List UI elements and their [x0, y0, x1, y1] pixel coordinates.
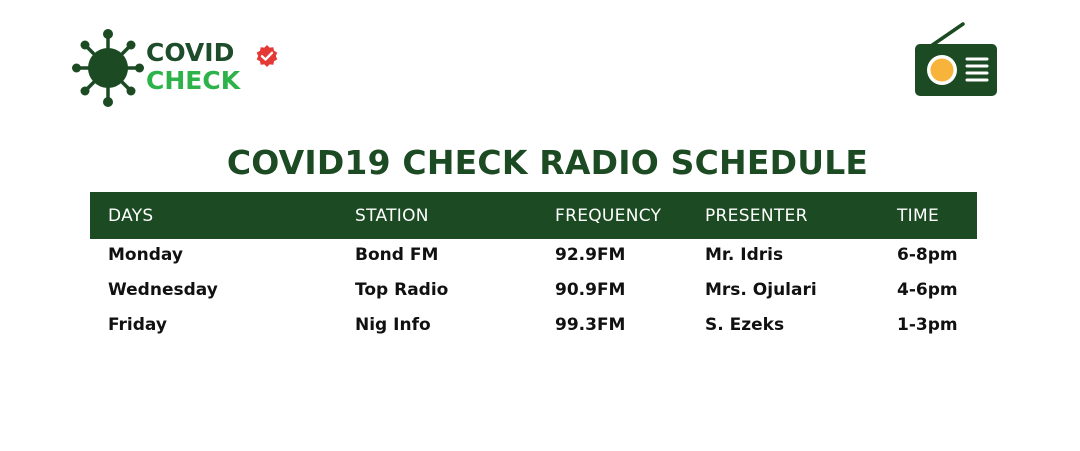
- table-row: Friday Nig Info 99.3FM S. Ezeks 1-3pm: [90, 309, 977, 344]
- cell-station: Bond FM: [355, 245, 439, 265]
- cell-time: 6-8pm: [897, 245, 958, 265]
- cell-presenter: S. Ezeks: [705, 315, 785, 335]
- verified-badge-icon: [256, 45, 278, 67]
- page-title: COVID19 CHECK RADIO SCHEDULE: [226, 143, 869, 182]
- header-frequency: FREQUENCY: [555, 206, 662, 226]
- covid-check-logo: COVID CHECK: [72, 28, 287, 110]
- schedule-table: DAYS STATION FREQUENCY PRESENTER TIME Mo…: [90, 192, 977, 344]
- cell-day: Friday: [108, 315, 167, 335]
- table-row: Monday Bond FM 92.9FM Mr. Idris 6-8pm: [90, 239, 977, 274]
- cell-frequency: 99.3FM: [555, 315, 626, 335]
- radio-icon: [915, 22, 997, 96]
- cell-day: Monday: [108, 245, 183, 265]
- header-days: DAYS: [108, 206, 154, 226]
- header-presenter: PRESENTER: [705, 206, 808, 226]
- logo-word-covid: COVID: [146, 38, 235, 67]
- cell-day: Wednesday: [108, 280, 218, 300]
- header-time: TIME: [897, 206, 940, 226]
- logo-word-check: CHECK: [146, 66, 241, 95]
- table-header: DAYS STATION FREQUENCY PRESENTER TIME: [90, 192, 977, 239]
- table-row: Wednesday Top Radio 90.9FM Mrs. Ojulari …: [90, 274, 977, 309]
- cell-frequency: 90.9FM: [555, 280, 626, 300]
- cell-time: 1-3pm: [897, 315, 958, 335]
- cell-station: Nig Info: [355, 315, 431, 335]
- header-station: STATION: [355, 206, 429, 226]
- cell-time: 4-6pm: [897, 280, 958, 300]
- cell-presenter: Mrs. Ojulari: [705, 280, 817, 300]
- cell-presenter: Mr. Idris: [705, 245, 784, 265]
- virus-icon: [72, 29, 144, 107]
- cell-station: Top Radio: [355, 280, 449, 300]
- cell-frequency: 92.9FM: [555, 245, 626, 265]
